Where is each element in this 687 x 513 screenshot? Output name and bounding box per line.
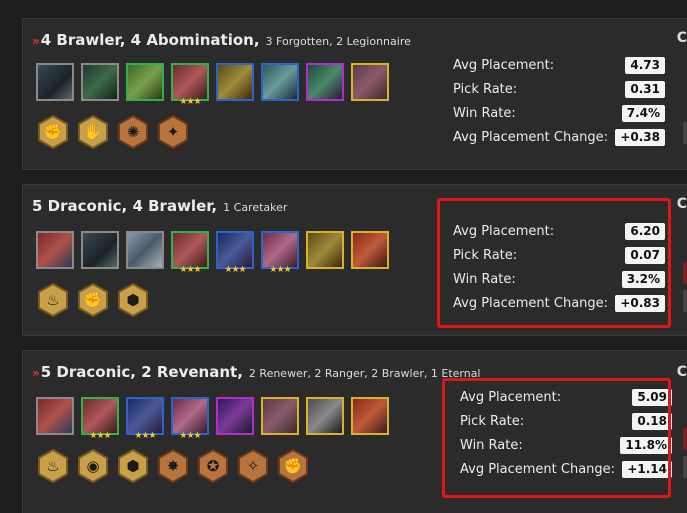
- stat-avg-placement-change: Avg Placement Change: +0.38: [453, 125, 665, 149]
- unit-icon[interactable]: ★★★: [81, 397, 119, 441]
- edge-bar: [683, 262, 687, 284]
- chevron-down-icon[interactable]: »: [32, 366, 40, 380]
- unit-icon[interactable]: [216, 397, 254, 435]
- stat-avg-placement: Avg Placement: 4.73: [453, 53, 665, 77]
- star-rating: ★★★: [89, 431, 111, 441]
- star-rating: ★★★: [134, 431, 156, 441]
- trait-draconic-icon[interactable]: ♨: [36, 283, 70, 317]
- edge-bar: [683, 290, 687, 312]
- unit-list: ★★★ ★★★ ★★★: [36, 397, 396, 441]
- trait-list: ♨ ◉ ⬢ ✸ ✪ ✧ ✊: [36, 449, 316, 483]
- unit-icon[interactable]: ★★★: [171, 397, 209, 441]
- comp-title: 5 Draconic, 4 Brawler, 1 Caretaker: [32, 197, 288, 215]
- star-rating: ★★★: [179, 97, 201, 107]
- star-rating: ★★★: [269, 265, 291, 275]
- trait-revenant-icon[interactable]: ◉: [76, 449, 110, 483]
- unit-icon[interactable]: [351, 63, 389, 101]
- comp-card-1[interactable]: » 4 Brawler, 4 Abomination, 3 Forgotten,…: [22, 18, 687, 170]
- trait-forgotten-icon[interactable]: ✺: [116, 115, 150, 149]
- unit-icon[interactable]: [306, 231, 344, 269]
- edge-bar: [683, 122, 687, 144]
- trait-eternal-icon[interactable]: ✧: [236, 449, 270, 483]
- stat-pick-rate: Pick Rate: 0.31: [453, 77, 665, 101]
- unit-icon[interactable]: [351, 397, 389, 435]
- trait-list: ✊ ✋ ✺ ✦: [36, 115, 196, 149]
- unit-icon[interactable]: ★★★: [126, 397, 164, 441]
- chevron-down-icon[interactable]: »: [32, 34, 40, 48]
- trait-list: ♨ ✊ ⬢: [36, 283, 156, 317]
- unit-icon[interactable]: ★★★: [261, 231, 299, 275]
- unit-icon[interactable]: [261, 63, 299, 101]
- trait-extra-icon[interactable]: ✊: [276, 449, 310, 483]
- unit-list: ★★★ ★★★ ★★★: [36, 231, 396, 275]
- unit-icon[interactable]: [306, 63, 344, 101]
- stats-panel: Avg Placement: 4.73 Pick Rate: 0.31 Win Ra…: [453, 53, 665, 149]
- unit-icon[interactable]: [81, 231, 119, 269]
- unit-icon[interactable]: [351, 231, 389, 269]
- unit-icon[interactable]: [306, 397, 344, 435]
- unit-icon[interactable]: ★★★: [171, 63, 209, 107]
- unit-list: ★★★: [36, 63, 396, 107]
- comp-title: » 4 Brawler, 4 Abomination, 3 Forgotten,…: [32, 31, 411, 49]
- unit-icon[interactable]: [261, 397, 299, 435]
- trait-abomination-icon[interactable]: ✋: [76, 115, 110, 149]
- edge-letter: C: [676, 364, 687, 380]
- edge-bar: [683, 428, 687, 450]
- unit-icon[interactable]: ★★★: [216, 231, 254, 275]
- edge-bar: [683, 456, 687, 478]
- star-rating: ★★★: [224, 265, 246, 275]
- trait-caretaker-icon[interactable]: ⬢: [116, 283, 150, 317]
- unit-icon[interactable]: [126, 231, 164, 269]
- unit-icon[interactable]: ★★★: [171, 231, 209, 275]
- stat-win-rate: Win Rate: 7.4%: [453, 101, 665, 125]
- unit-icon[interactable]: [216, 63, 254, 101]
- unit-icon[interactable]: [81, 63, 119, 101]
- edge-letter: C: [676, 30, 687, 46]
- unit-icon[interactable]: [36, 231, 74, 269]
- trait-renewer-icon[interactable]: ⬢: [116, 449, 150, 483]
- trait-legionnaire-icon[interactable]: ✦: [156, 115, 190, 149]
- trait-brawler-icon[interactable]: ✪: [196, 449, 230, 483]
- edge-letter: C: [676, 196, 687, 212]
- trait-brawler-icon[interactable]: ✊: [36, 115, 70, 149]
- trait-ranger-icon[interactable]: ✸: [156, 449, 190, 483]
- highlight-box: [442, 378, 671, 498]
- unit-icon[interactable]: [36, 397, 74, 435]
- unit-icon[interactable]: [126, 63, 164, 101]
- trait-draconic-icon[interactable]: ♨: [36, 449, 70, 483]
- trait-brawler-icon[interactable]: ✊: [76, 283, 110, 317]
- star-rating: ★★★: [179, 265, 201, 275]
- star-rating: ★★★: [179, 431, 201, 441]
- unit-icon[interactable]: [36, 63, 74, 101]
- highlight-box: [437, 198, 671, 328]
- comp-title: » 5 Draconic, 2 Revenant, 2 Renewer, 2 R…: [32, 363, 481, 381]
